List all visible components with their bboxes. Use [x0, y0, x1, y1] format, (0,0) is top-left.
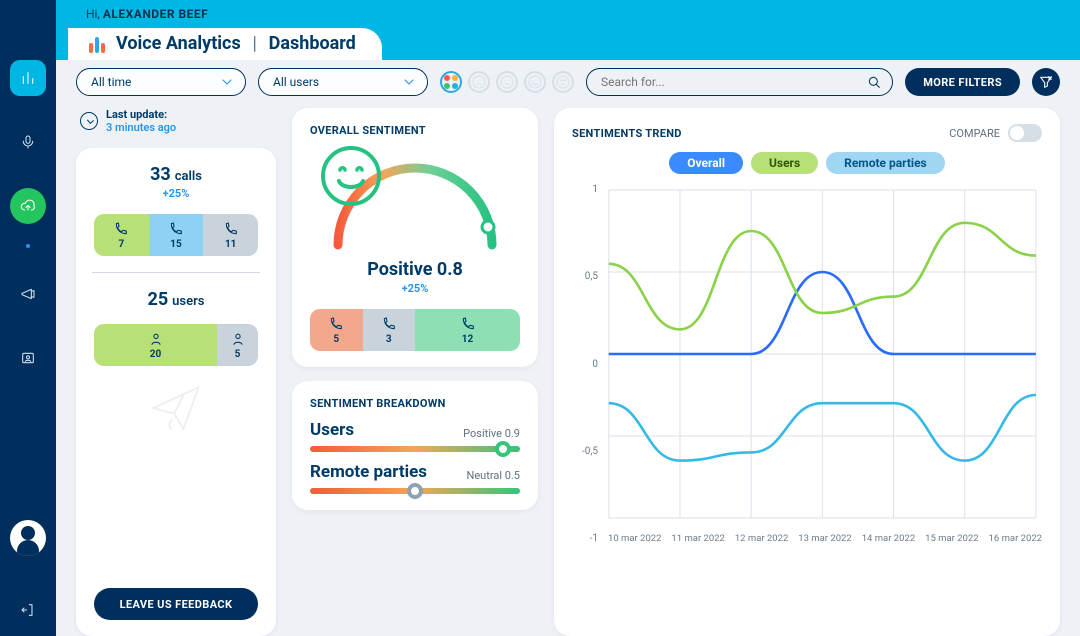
nav-logout[interactable]: [20, 602, 36, 622]
greeting-bar: Hi, ALEXANDER BEEF: [56, 0, 1080, 28]
greeting-hi: Hi,: [86, 7, 100, 21]
page-title: Dashboard: [269, 33, 356, 54]
chevron-down-icon: [401, 74, 417, 90]
user-card-icon: [20, 350, 36, 366]
breakdown-row-remote: Remote partiesNeutral 0.5: [310, 462, 520, 494]
calls-count: 33: [150, 164, 171, 185]
sad-face-icon: [471, 74, 487, 90]
paper-plane-icon: [146, 378, 206, 438]
bar-chart-icon: [20, 70, 36, 86]
app-name: Voice Analytics: [116, 33, 241, 54]
search-icon: [866, 74, 882, 90]
angry-face-icon: [555, 74, 571, 90]
nav-contacts[interactable]: [10, 340, 46, 376]
call-in-icon: [168, 221, 184, 237]
call-out-icon: [113, 221, 129, 237]
cloud-upload-icon: [20, 198, 36, 214]
legend-overall[interactable]: Overall: [669, 152, 743, 174]
filter-time[interactable]: All time: [76, 68, 246, 96]
filter-sentiment-angry[interactable]: [552, 71, 574, 93]
avatar[interactable]: [10, 520, 46, 556]
overall-title: OVERALL SENTIMENT: [310, 124, 520, 137]
greeting-name: ALEXANDER BEEF: [103, 7, 208, 21]
user-icon: [230, 331, 246, 347]
overall-split: 5 3 12: [310, 309, 520, 351]
app-logo: [88, 35, 106, 53]
clock-icon: [80, 112, 98, 130]
breakdown-row-users: UsersPositive 0.9: [310, 420, 520, 452]
sentiment-gauge: [320, 145, 510, 253]
feedback-button[interactable]: LEAVE US FEEDBACK: [94, 588, 258, 620]
trend-title: SENTIMENTS TREND: [572, 127, 682, 140]
call-icon: [460, 316, 476, 332]
clear-filters-button[interactable]: [1032, 68, 1060, 96]
nav-dashboard[interactable]: [10, 60, 46, 96]
filter-users-label: All users: [273, 75, 319, 89]
users-unit: users: [172, 294, 204, 309]
filter-sentiment-all[interactable]: [440, 71, 462, 93]
more-filters-button[interactable]: MORE FILTERS: [905, 68, 1020, 96]
compare-toggle[interactable]: [1008, 124, 1042, 142]
sentiments-trend-card: SENTIMENTS TREND COMPARE Overall Users R…: [554, 108, 1060, 636]
sentiment-breakdown-card: SENTIMENT BREAKDOWN UsersPositive 0.9 Re…: [292, 381, 538, 510]
filter-sentiment-sad[interactable]: [468, 71, 490, 93]
funnel-x-icon: [1038, 74, 1054, 90]
happy-face-icon: [527, 74, 543, 90]
nav-announce[interactable]: [10, 276, 46, 312]
calls-unit: calls: [175, 169, 202, 184]
filter-sentiment-neutral[interactable]: [496, 71, 518, 93]
nav-recordings[interactable]: [10, 124, 46, 160]
breakdown-title: SENTIMENT BREAKDOWN: [310, 397, 520, 410]
breakdown-slider-users[interactable]: [310, 446, 520, 452]
call-icon: [381, 316, 397, 332]
calls-split: 7 15 11: [94, 214, 258, 256]
nav-indicator-dot: [26, 244, 30, 248]
filter-sentiment-happy[interactable]: [524, 71, 546, 93]
last-update: Last update: 3 minutes ago: [76, 108, 276, 134]
last-update-value: 3 minutes ago: [106, 121, 176, 134]
last-update-label: Last update:: [106, 108, 176, 121]
title-bar: Voice Analytics | Dashboard: [56, 28, 1080, 60]
overall-sentiment-card: OVERALL SENTIMENT: [292, 108, 538, 367]
overall-label: Positive 0.8: [367, 259, 463, 280]
trend-chart: 10,50-0,5-1 10 mar 202211 mar 202212 mar…: [572, 184, 1042, 544]
trend-legend: Overall Users Remote parties: [572, 152, 1042, 174]
call-icon: [328, 316, 344, 332]
compare-label: COMPARE: [949, 127, 1000, 140]
nav-upload[interactable]: [10, 188, 46, 224]
megaphone-icon: [20, 286, 36, 302]
legend-remote[interactable]: Remote parties: [826, 152, 945, 174]
search-bar[interactable]: [586, 68, 893, 96]
title-separator: |: [253, 33, 257, 54]
microphone-icon: [20, 134, 36, 150]
search-input[interactable]: [587, 75, 866, 89]
breakdown-slider-remote[interactable]: [310, 488, 520, 494]
chevron-down-icon: [219, 74, 235, 90]
call-missed-icon: [223, 221, 239, 237]
user-icon: [148, 331, 164, 347]
filter-bar: All time All users MORE FILTERS: [56, 60, 1080, 104]
legend-users[interactable]: Users: [751, 152, 818, 174]
stats-card: 33 calls +25% 7 15 11 25 users 20 5 LEAV…: [76, 148, 276, 636]
filter-time-label: All time: [91, 75, 131, 89]
smile-face-icon: [320, 145, 382, 207]
users-split: 20 5: [94, 324, 258, 366]
filter-users[interactable]: All users: [258, 68, 428, 96]
users-count: 25: [148, 289, 169, 310]
sentiment-filter-row: [440, 71, 574, 93]
calls-delta: +25%: [94, 187, 258, 200]
neutral-face-icon: [499, 74, 515, 90]
logout-icon: [20, 602, 36, 618]
overall-delta: +25%: [402, 282, 429, 295]
sidebar: [0, 0, 56, 636]
